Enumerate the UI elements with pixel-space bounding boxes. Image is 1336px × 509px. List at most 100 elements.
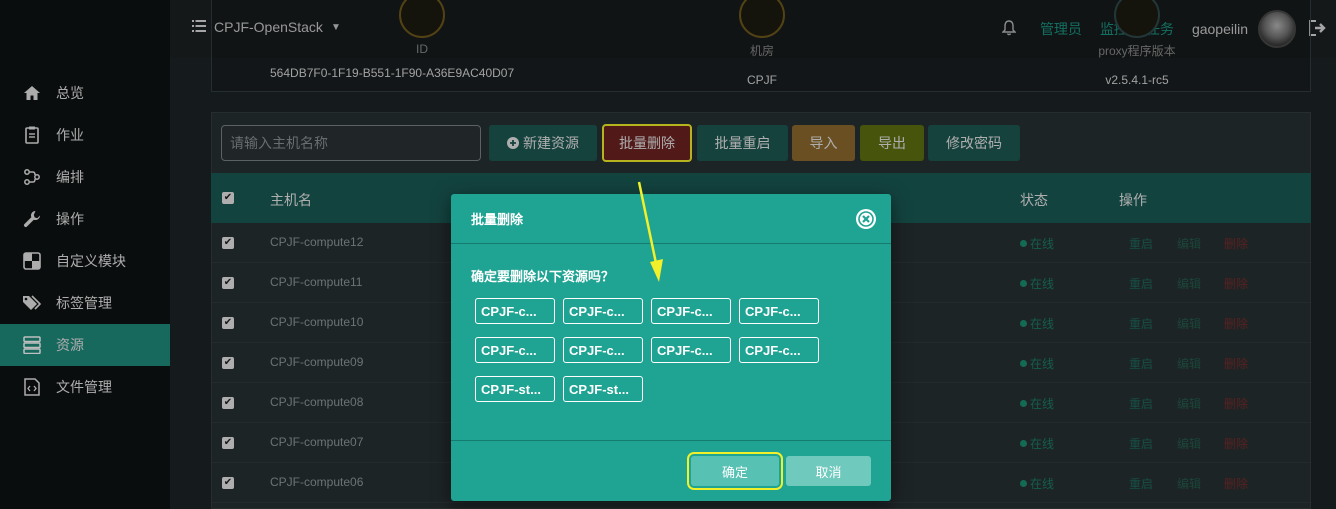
resource-chip: CPJF-c... — [739, 298, 819, 324]
status-text: 在线 — [1030, 357, 1055, 371]
cancel-button[interactable]: 取消 — [786, 456, 871, 486]
row-checkbox[interactable]: ✔ — [222, 277, 234, 289]
hostname-search-input[interactable] — [221, 125, 481, 161]
row-hostname: CPJF-compute07 — [270, 435, 364, 449]
restart-link[interactable]: 重启 — [1129, 355, 1153, 372]
sidebar-item-operations[interactable]: 操作 — [0, 198, 170, 240]
edit-link[interactable]: 编辑 — [1177, 395, 1201, 412]
online-dot-icon — [1020, 480, 1027, 487]
dialog-question: 确定要删除以下资源吗？ — [471, 269, 615, 284]
sidebar-item-orchestration[interactable]: 编排 — [0, 156, 170, 198]
confirm-button[interactable]: 确定 — [687, 452, 783, 490]
status-badge: 在线 — [1020, 435, 1054, 452]
delete-link[interactable]: 删除 — [1224, 235, 1248, 252]
sidebar-item-jobs[interactable]: 作业 — [0, 114, 170, 156]
info-id: ID — [372, 0, 472, 56]
sidebar-item-label: 自定义模块 — [56, 253, 126, 269]
import-button[interactable]: 导入 — [792, 125, 855, 161]
dialog-footer-divider — [451, 440, 891, 441]
status-text: 在线 — [1030, 397, 1055, 411]
sidebar-item-files[interactable]: 文件管理 — [0, 366, 170, 408]
file-code-icon — [22, 377, 42, 397]
online-dot-icon — [1020, 320, 1027, 327]
delete-link[interactable]: 删除 — [1224, 395, 1248, 412]
logout-icon[interactable] — [1308, 19, 1328, 40]
status-text: 在线 — [1030, 237, 1055, 251]
resource-chip: CPJF-st... — [475, 376, 555, 402]
new-resource-button[interactable]: 新建资源 — [489, 125, 597, 161]
edit-link[interactable]: 编辑 — [1177, 435, 1201, 452]
info-id-value: 564DB7F0-1F19-B551-1F90-A36E9AC40D07 — [270, 66, 515, 80]
row-hostname: CPJF-compute09 — [270, 355, 364, 369]
edit-link[interactable]: 编辑 — [1177, 355, 1201, 372]
status-text: 在线 — [1030, 477, 1055, 491]
status-badge: 在线 — [1020, 275, 1054, 292]
side-nav: 总览 作业 编排 操作 自定义模块 标签管理 资源 文件管理 — [0, 72, 170, 408]
sidebar-item-label: 总览 — [56, 85, 84, 101]
resource-chip: CPJF-c... — [739, 337, 819, 363]
online-dot-icon — [1020, 280, 1027, 287]
restart-link[interactable]: 重启 — [1129, 475, 1153, 492]
restart-link[interactable]: 重启 — [1129, 275, 1153, 292]
delete-link[interactable]: 删除 — [1224, 435, 1248, 452]
id-badge-icon — [399, 0, 445, 38]
status-badge: 在线 — [1020, 395, 1054, 412]
info-proxy-label: proxy程序版本 — [1098, 44, 1176, 58]
wrench-icon — [22, 209, 42, 229]
code-file-icon — [1114, 0, 1160, 38]
bank-icon — [739, 0, 785, 38]
delete-link[interactable]: 删除 — [1224, 355, 1248, 372]
sidebar-item-label: 文件管理 — [56, 379, 112, 395]
delete-link[interactable]: 删除 — [1224, 475, 1248, 492]
row-hostname: CPJF-compute08 — [270, 395, 364, 409]
sidebar-item-label: 编排 — [56, 169, 84, 185]
export-button[interactable]: 导出 — [860, 125, 924, 161]
info-room-value: CPJF — [747, 73, 777, 87]
orchestrate-icon — [22, 167, 42, 187]
sidebar-item-custom-modules[interactable]: 自定义模块 — [0, 240, 170, 282]
server-icon — [22, 335, 42, 355]
row-checkbox[interactable]: ✔ — [222, 357, 234, 369]
sidebar-item-overview[interactable]: 总览 — [0, 72, 170, 114]
status-text: 在线 — [1030, 277, 1055, 291]
resource-chip: CPJF-c... — [475, 298, 555, 324]
sidebar-item-label: 标签管理 — [56, 295, 112, 311]
change-password-button[interactable]: 修改密码 — [928, 125, 1020, 161]
status-badge: 在线 — [1020, 315, 1054, 332]
select-all-checkbox[interactable]: ✔ — [222, 192, 234, 204]
delete-link[interactable]: 删除 — [1224, 315, 1248, 332]
restart-link[interactable]: 重启 — [1129, 395, 1153, 412]
restart-link[interactable]: 重启 — [1129, 435, 1153, 452]
row-checkbox[interactable]: ✔ — [222, 437, 234, 449]
sidebar-item-resources[interactable]: 资源 — [0, 324, 170, 366]
batch-delete-button[interactable]: 批量删除 — [602, 124, 692, 162]
restart-link[interactable]: 重启 — [1129, 315, 1153, 332]
sidebar-item-label: 作业 — [56, 127, 84, 143]
row-checkbox[interactable]: ✔ — [222, 397, 234, 409]
edit-link[interactable]: 编辑 — [1177, 315, 1201, 332]
close-icon[interactable] — [855, 208, 877, 230]
info-proxy: proxy程序版本 v2.5.4.1-rc5 — [1067, 0, 1207, 87]
home-icon — [22, 83, 42, 103]
col-hostname: 主机名 — [270, 192, 312, 208]
module-icon — [22, 251, 42, 271]
row-checkbox[interactable]: ✔ — [222, 237, 234, 249]
delete-link[interactable]: 删除 — [1224, 275, 1248, 292]
edit-link[interactable]: 编辑 — [1177, 475, 1201, 492]
edit-link[interactable]: 编辑 — [1177, 235, 1201, 252]
sidebar-item-tags[interactable]: 标签管理 — [0, 282, 170, 324]
sidebar: 总览 作业 编排 操作 自定义模块 标签管理 资源 文件管理 — [0, 0, 170, 509]
resource-info-panel: ID 564DB7F0-1F19-B551-1F90-A36E9AC40D07 … — [211, 0, 1311, 92]
resource-chip: CPJF-c... — [475, 337, 555, 363]
edit-link[interactable]: 编辑 — [1177, 275, 1201, 292]
row-hostname: CPJF-compute12 — [270, 235, 364, 249]
status-badge: 在线 — [1020, 355, 1054, 372]
row-checkbox[interactable]: ✔ — [222, 317, 234, 329]
batch-restart-button[interactable]: 批量重启 — [697, 125, 788, 161]
status-text: 在线 — [1030, 317, 1055, 331]
row-checkbox[interactable]: ✔ — [222, 477, 234, 489]
col-ops: 操作 — [1119, 192, 1147, 208]
restart-link[interactable]: 重启 — [1129, 235, 1153, 252]
info-room: 机房 CPJF — [712, 0, 812, 87]
resource-chip: CPJF-c... — [651, 337, 731, 363]
